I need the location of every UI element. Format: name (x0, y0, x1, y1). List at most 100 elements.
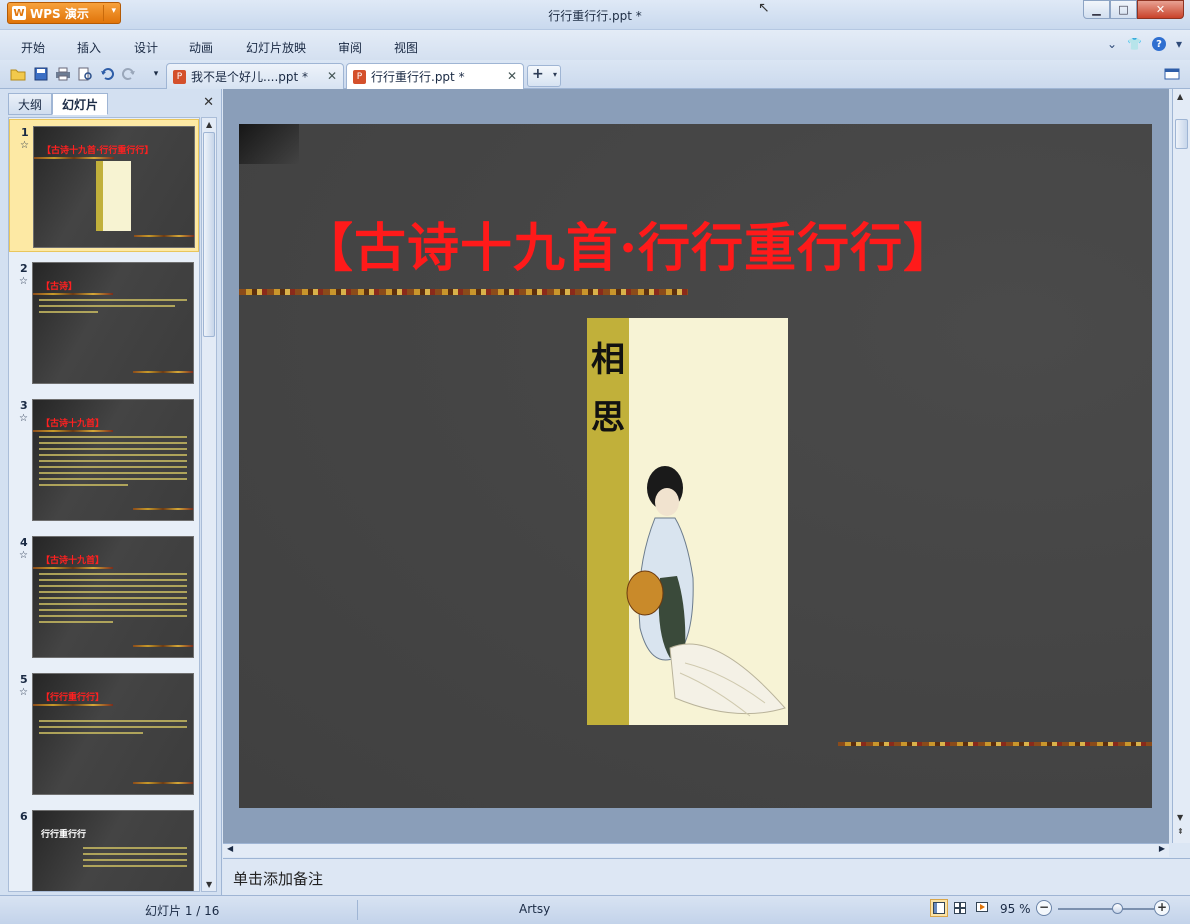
close-button[interactable]: ✕ (1137, 0, 1184, 19)
minimize-button[interactable]: ▁ (1083, 0, 1110, 19)
ppt-file-icon: P (353, 69, 366, 84)
zoom-percentage[interactable]: 95 % (1000, 902, 1031, 916)
customize-toolbar-icon[interactable]: ▾ (147, 65, 165, 83)
scroll-up-icon[interactable]: ▲ (1177, 92, 1183, 101)
menu-home[interactable]: 开始 (21, 39, 45, 56)
window-controls: ▁ □ ✕ (1083, 0, 1184, 19)
slide-thumbnail-6[interactable]: 6 行行重行行 (9, 804, 199, 891)
chevron-down-icon[interactable]: ▾ (553, 70, 557, 79)
slide-thumbnail-2[interactable]: 2 ☆ 【古诗】 (9, 256, 199, 389)
notes-placeholder[interactable]: 单击添加备注 (233, 868, 323, 889)
zoom-in-button[interactable]: + (1154, 900, 1170, 916)
current-slide[interactable]: 【古诗十九首·行行重行行】 相 思 (239, 124, 1152, 808)
tab-doc-1-label: 我不是个好儿....ppt * (191, 70, 309, 84)
close-panel-icon[interactable]: ✕ (203, 95, 214, 110)
new-tab-button[interactable]: + ▾ (527, 65, 561, 87)
menu-insert[interactable]: 插入 (77, 39, 101, 56)
close-tab-icon[interactable]: ✕ (507, 69, 517, 83)
slide-number: 4 (20, 536, 28, 549)
lady-painting-image[interactable]: 相 思 (587, 318, 788, 725)
menu-bar: 开始 插入 设计 动画 幻灯片放映 审阅 视图 ⌄ 👕 ? ▾ (0, 30, 1190, 60)
zoom-slider-thumb[interactable] (1111, 903, 1123, 914)
menu-review[interactable]: 审阅 (338, 39, 362, 56)
decorative-bar-bottom (838, 742, 1152, 746)
menu-design[interactable]: 设计 (134, 39, 158, 56)
zoom-slider[interactable] (1058, 908, 1154, 910)
scroll-down-icon[interactable]: ▼ (206, 880, 212, 889)
thumb-title: 【古诗】 (41, 282, 78, 292)
previous-slide-icon[interactable]: ⇞ (1177, 827, 1184, 836)
animation-star-icon: ☆ (19, 550, 28, 561)
mouse-cursor-icon: ↖ (758, 0, 770, 16)
notes-pane[interactable]: 单击添加备注 (223, 858, 1190, 895)
help-icon[interactable]: ? (1151, 37, 1166, 51)
tab-slides[interactable]: 幻灯片 (52, 93, 109, 115)
thumb-title: 【行行重行行】 (41, 693, 105, 703)
slide-preview: 【古诗十九首】 (32, 536, 194, 658)
slide-title[interactable]: 【古诗十九首·行行重行行】 (301, 206, 956, 281)
menu-view[interactable]: 视图 (394, 39, 418, 56)
animation-star-icon: ☆ (19, 276, 28, 287)
thumb-title: 行行重行行 (41, 830, 87, 840)
collapse-ribbon-icon[interactable]: ⌄ (1107, 37, 1117, 51)
slide-thumbnail-3[interactable]: 3 ☆ 【古诗十九首】 (9, 393, 199, 526)
decorative-bar-top (239, 289, 688, 295)
editor-vertical-scrollbar[interactable]: ▲ ▼ ⇞ (1172, 89, 1190, 843)
menu-slideshow[interactable]: 幻灯片放映 (246, 39, 306, 56)
help-dropdown-icon[interactable]: ▾ (1176, 37, 1182, 51)
slide-number: 5 (20, 673, 28, 686)
slide-thumbnail-5[interactable]: 5 ☆ 【行行重行行】 (9, 667, 199, 800)
thumbnail-scrollbar[interactable]: ▲ ▼ (201, 117, 217, 892)
window-title: 行行重行行.ppt * (548, 9, 642, 23)
print-icon[interactable] (54, 65, 72, 83)
scroll-left-icon[interactable]: ◀ (227, 844, 233, 853)
animation-star-icon: ☆ (19, 687, 28, 698)
slide-preview: 行行重行行 (32, 810, 194, 891)
slide-preview: 【古诗】 (32, 262, 194, 384)
slide-preview: 【古诗十九首·行行重行行】 (33, 126, 195, 248)
print-preview-icon[interactable] (76, 65, 94, 83)
slide-preview: 【古诗十九首】 (32, 399, 194, 521)
menu-animation[interactable]: 动画 (189, 39, 213, 56)
scroll-right-icon[interactable]: ▶ (1159, 844, 1165, 853)
open-folder-icon[interactable] (9, 65, 27, 83)
editor-horizontal-scrollbar[interactable]: ◀ ▶ (223, 843, 1169, 857)
plus-icon: + (532, 66, 544, 82)
thumb-picture (96, 161, 131, 231)
window-layout-icon[interactable] (1163, 65, 1181, 83)
slideshow-view-button[interactable] (973, 899, 991, 917)
slide-preview: 【行行重行行】 (32, 673, 194, 795)
normal-view-button[interactable] (930, 899, 948, 917)
slide-editor: 【古诗十九首·行行重行行】 相 思 ▲ ▼ ⇞ (223, 89, 1190, 843)
tab-doc-2-label: 行行重行行.ppt * (371, 70, 465, 84)
scroll-up-icon[interactable]: ▲ (206, 120, 212, 129)
document-tab-bar: ▾ P 我不是个好儿....ppt * ✕ P 行行重行行.ppt * ✕ + … (0, 60, 1190, 89)
zoom-out-button[interactable]: − (1036, 900, 1052, 916)
thumb-title: 【古诗十九首】 (41, 556, 105, 566)
thumb-title: 【古诗十九首】 (41, 419, 105, 429)
lady-figure-icon (626, 466, 786, 717)
tab-outline[interactable]: 大纲 (8, 93, 53, 115)
skin-shirt-icon[interactable]: 👕 (1127, 37, 1142, 51)
slide-thumbnail-4[interactable]: 4 ☆ 【古诗十九首】 (9, 530, 199, 663)
slide-number: 3 (20, 399, 28, 412)
slide-thumbnail-list: 1 ☆ 【古诗十九首·行行重行行】 2 ☆ 【古诗】 3 ☆ 【古诗十九首】 4… (8, 117, 200, 892)
slide-sorter-view-button[interactable] (951, 899, 969, 917)
maximize-button[interactable]: □ (1110, 0, 1137, 19)
slides-panel: 大纲 幻灯片 ✕ 1 ☆ 【古诗十九首·行行重行行】 2 ☆ 【古诗】 3 ☆ … (0, 89, 222, 895)
status-bar: 幻灯片 1 / 16 Artsy 95 % − + (0, 895, 1190, 924)
theme-name[interactable]: Artsy (519, 902, 550, 916)
picture-char: 思 (591, 398, 625, 438)
save-icon[interactable] (32, 65, 50, 83)
thumb-title: 【古诗十九首·行行重行行】 (42, 146, 154, 156)
slide-thumbnail-1[interactable]: 1 ☆ 【古诗十九首·行行重行行】 (9, 119, 199, 252)
tab-doc-2[interactable]: P 行行重行行.ppt * ✕ (346, 63, 524, 89)
scroll-down-icon[interactable]: ▼ (1177, 813, 1183, 822)
tab-doc-1[interactable]: P 我不是个好儿....ppt * ✕ (166, 63, 344, 89)
redo-icon[interactable] (120, 65, 138, 83)
undo-icon[interactable] (98, 65, 116, 83)
ppt-file-icon: P (173, 69, 186, 84)
picture-char: 相 (591, 340, 625, 380)
close-tab-icon[interactable]: ✕ (327, 69, 337, 83)
title-bar: W WPS 演示 ▾ 行行重行行.ppt * ↖ ▁ □ ✕ (0, 0, 1190, 30)
